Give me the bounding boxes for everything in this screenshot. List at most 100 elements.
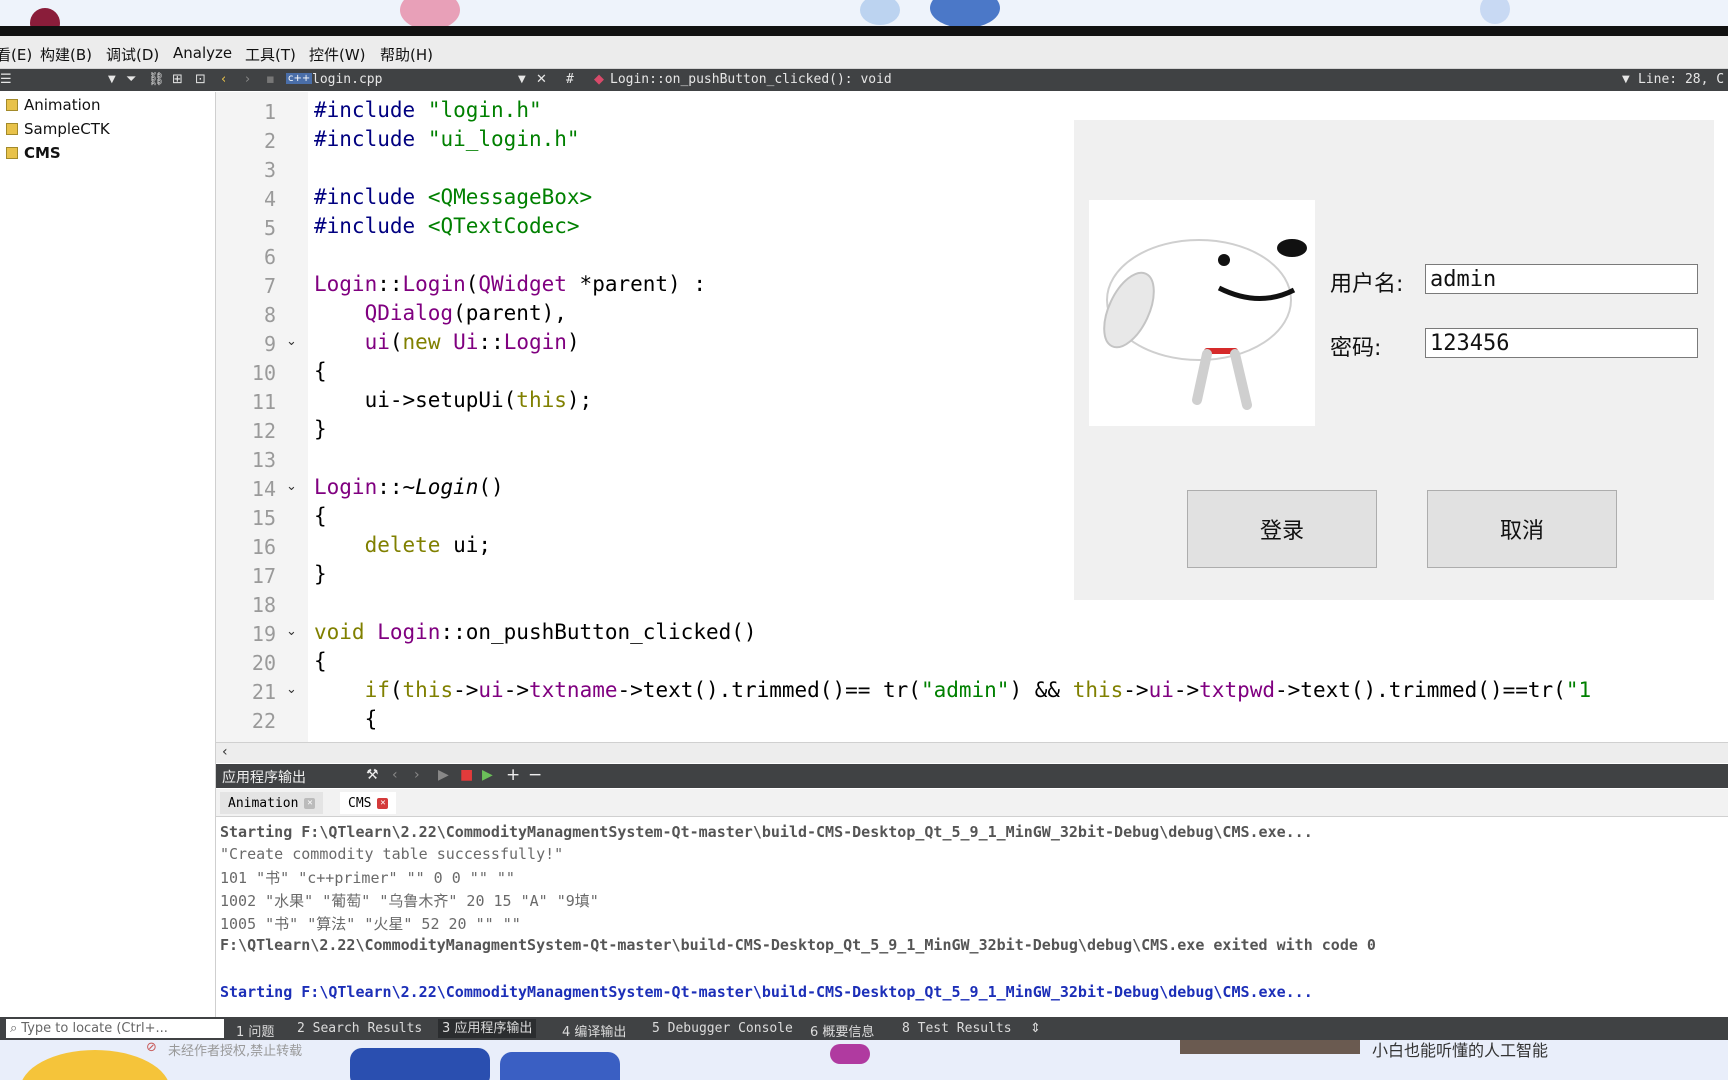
split-icon[interactable]: ⊞: [172, 72, 183, 87]
line-number: 5: [263, 216, 276, 240]
tab-label: Animation: [228, 795, 299, 811]
scroll-left-icon[interactable]: ‹: [222, 744, 228, 760]
close-file-icon[interactable]: ✕: [536, 72, 547, 87]
link-icon[interactable]: ⛓: [148, 72, 165, 87]
project-label: Animation: [24, 96, 101, 114]
next-icon[interactable]: ›: [414, 767, 420, 783]
menu-item-edit[interactable]: 看(E): [0, 44, 32, 65]
fold-marker-icon[interactable]: ⌄: [286, 334, 297, 349]
login-button[interactable]: 登录: [1187, 490, 1377, 568]
output-tab-cms[interactable]: CMS ✕: [340, 792, 397, 814]
no-entry-icon: ⊘: [146, 1040, 157, 1055]
line-number: 2: [263, 129, 276, 153]
menu-item-debug[interactable]: 调试(D): [106, 44, 159, 65]
file-dropdown-icon[interactable]: ▼: [518, 74, 526, 85]
project-folder-icon: [6, 99, 18, 111]
code-line: {: [314, 707, 378, 731]
password-input[interactable]: 123456: [1425, 328, 1698, 358]
menu-item-widgets[interactable]: 控件(W): [309, 44, 366, 65]
line-number: 7: [263, 274, 276, 298]
username-label: 用户名:: [1330, 272, 1404, 297]
application-output[interactable]: Starting F:\QTlearn\2.22\CommodityManagm…: [216, 817, 1728, 1017]
line-number: 21: [251, 680, 276, 704]
project-item-active[interactable]: CMS: [6, 144, 61, 162]
background-decoration-top: [0, 0, 1728, 26]
project-folder-icon: [6, 147, 18, 159]
output-line: Starting F:\QTlearn\2.22\CommodityManagm…: [220, 823, 1313, 841]
line-info: Line: 28, C: [1638, 72, 1725, 87]
editor-horizontal-scrollbar[interactable]: ‹: [216, 742, 1728, 763]
line-number: 11: [251, 390, 276, 414]
cancel-button[interactable]: 取消: [1427, 490, 1617, 568]
function-signature[interactable]: Login::on_pushButton_clicked(): void: [610, 72, 892, 87]
status-tab-issues[interactable]: 1 问题: [236, 1021, 274, 1040]
symbol-dropdown-icon[interactable]: ▼: [1622, 74, 1630, 85]
cpp-file-icon: c++: [286, 73, 313, 84]
code-line: {: [314, 649, 327, 673]
line-number: 18: [251, 593, 276, 617]
close-sidebar-icon[interactable]: ⊡: [195, 72, 206, 87]
status-tab-search-results[interactable]: 2 Search Results: [297, 1021, 422, 1036]
line-number: 13: [251, 448, 276, 472]
line-number: 22: [251, 709, 276, 733]
output-tab-animation[interactable]: Animation ✕: [220, 792, 324, 814]
line-number: 20: [251, 651, 276, 675]
menu-item-analyze[interactable]: Analyze: [173, 44, 232, 62]
status-tab-debugger-console[interactable]: 5 Debugger Console: [652, 1021, 793, 1036]
line-number-gutter: 1 2 3 4 5 6 7 8 9 10 11 12 13 14 15 16 17 18 19 20 21 22: [216, 92, 308, 742]
project-item[interactable]: Animation: [6, 96, 100, 114]
view-selector-icon[interactable]: ☰: [0, 72, 12, 87]
code-line: #include <QMessageBox>: [314, 185, 593, 209]
line-number: 15: [251, 506, 276, 530]
debug-run-icon[interactable]: ▶: [482, 767, 493, 783]
code-line: {: [314, 504, 327, 528]
back-icon[interactable]: ‹: [221, 72, 226, 87]
code-line: }: [314, 417, 327, 441]
username-input[interactable]: admin: [1425, 264, 1698, 294]
code-line: #include "ui_login.h": [314, 127, 580, 151]
fold-marker-icon[interactable]: ⌄: [286, 479, 297, 494]
chevron-down-icon[interactable]: ▼: [108, 74, 116, 85]
code-line: #include "login.h": [314, 98, 542, 122]
mascot-image: [1089, 200, 1315, 426]
filter-icon[interactable]: ⏷: [126, 72, 136, 87]
editor-toolbar: ☰ ▼ ⏷ ⛓ ⊞ ⊡ ‹ › ▪ c++ login.cpp ▼ ✕ # ◆ …: [0, 69, 1728, 91]
sticker-image: [350, 1048, 490, 1080]
zoom-in-icon[interactable]: +: [506, 765, 520, 785]
close-tab-icon[interactable]: ✕: [377, 797, 389, 809]
line-number: 4: [263, 187, 276, 211]
close-tab-icon[interactable]: ✕: [304, 797, 316, 809]
code-line: delete ui;: [364, 533, 492, 557]
project-label: SampleCTK: [24, 120, 110, 138]
hash-symbol: #: [566, 72, 574, 87]
project-sidebar: Animation SampleCTK CMS: [0, 92, 216, 1017]
file-name[interactable]: login.cpp: [312, 72, 382, 87]
line-number: 16: [251, 535, 276, 559]
watermark-text: 未经作者授权,禁止转载: [168, 1044, 303, 1059]
status-tab-test-results[interactable]: 8 Test Results: [902, 1021, 1012, 1036]
status-tab-app-output[interactable]: 3 应用程序输出: [438, 1019, 537, 1038]
project-item[interactable]: SampleCTK: [6, 120, 110, 138]
locator-input[interactable]: ⌕ Type to locate (Ctrl+...: [6, 1019, 224, 1038]
run-icon[interactable]: ▶: [438, 767, 449, 783]
zoom-out-icon[interactable]: −: [528, 765, 542, 785]
line-number: 9: [263, 332, 276, 356]
status-tab-compile-output[interactable]: 4 编译输出: [562, 1021, 626, 1040]
menu-item-tools[interactable]: 工具(T): [245, 44, 296, 65]
more-tabs-icon[interactable]: ⇕: [1030, 1021, 1041, 1036]
code-line: ui->setupUi(this);: [314, 388, 593, 412]
menu-item-help[interactable]: 帮助(H): [380, 44, 433, 65]
code-line: QDialog(parent),: [364, 301, 567, 325]
clean-output-icon[interactable]: ⚒: [366, 767, 379, 783]
search-icon: ⌕: [10, 1021, 18, 1036]
menu-item-build[interactable]: 构建(B): [40, 44, 92, 65]
fold-marker-icon[interactable]: ⌄: [286, 682, 297, 697]
status-tab-general-messages[interactable]: 6 概要信息: [810, 1021, 874, 1040]
prev-icon[interactable]: ‹: [392, 767, 398, 783]
line-number: 3: [263, 158, 276, 182]
stop-icon[interactable]: ■: [460, 767, 473, 783]
forward-icon[interactable]: ›: [245, 72, 250, 87]
code-line: Login::Login(QWidget *parent) :: [314, 272, 706, 296]
line-number: 19: [251, 622, 276, 646]
fold-marker-icon[interactable]: ⌄: [286, 624, 297, 639]
